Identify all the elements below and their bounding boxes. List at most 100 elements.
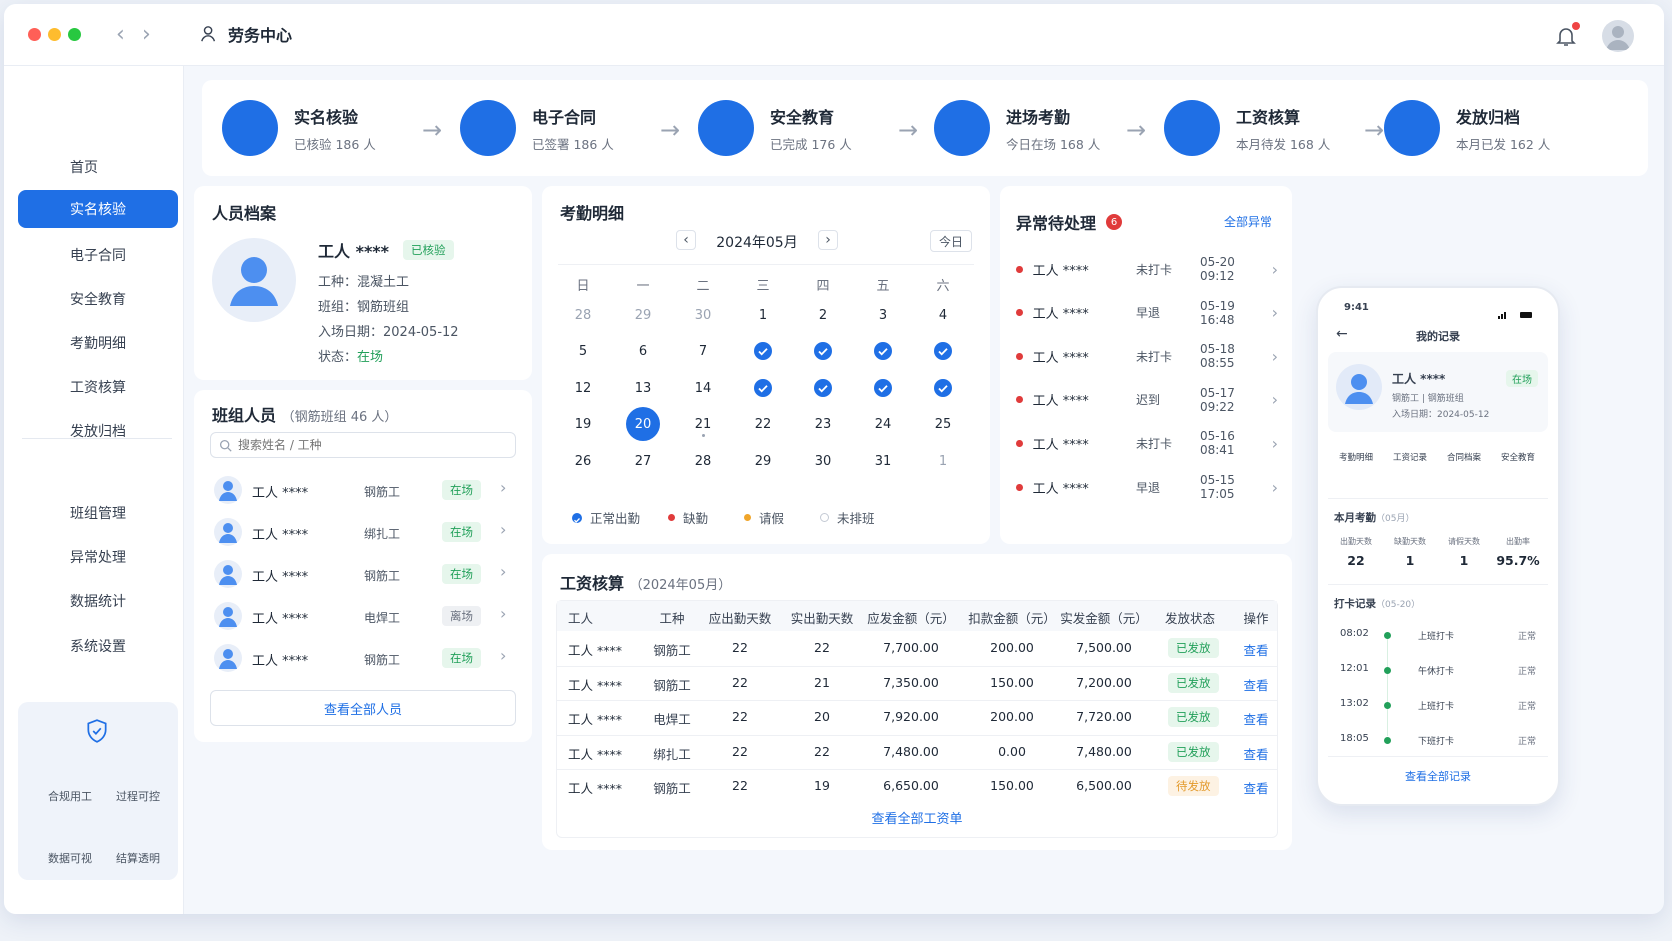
step-1[interactable]: 电子合同 已签署 186 人 [460,100,614,156]
back-nav-icon[interactable]: ‹ [116,22,125,47]
maximize-window-button[interactable] [68,28,81,41]
abnormal-row[interactable]: 工人 **** 早退 05-15 17:05 › [1016,465,1278,509]
labor-icon [201,26,216,42]
calendar-day[interactable]: 1 [926,444,960,478]
view-payroll-link[interactable]: 查看 [1196,709,1316,728]
forward-nav-icon[interactable]: › [142,22,151,47]
team-search-input[interactable] [238,438,498,452]
calendar-day[interactable]: 6 [626,334,660,368]
phone-view-all-link[interactable]: 查看全部记录 [1318,768,1558,784]
step-0[interactable]: 实名核验 已核验 186 人 [222,100,376,156]
sidebar-item-1[interactable]: 实名核验 [18,190,178,228]
calendar-day-present[interactable] [746,371,780,405]
legend-label: 未排班 [837,511,875,526]
sidebar-item-4[interactable]: 考勤明细 [18,324,178,362]
sidebar-item-10[interactable]: 系统设置 [18,627,178,665]
calendar-day[interactable]: 26 [566,444,600,478]
sidebar-item-3[interactable]: 安全教育 [18,280,178,318]
calendar-day[interactable]: 24 [866,407,900,441]
sidebar-item-9[interactable]: 数据统计 [18,582,178,620]
minimize-window-button[interactable] [48,28,61,41]
calendar-day[interactable]: 25 [926,407,960,441]
alert-dot [1016,483,1023,491]
calendar-day[interactable]: 22 [746,407,780,441]
legend-item-3: 未排班 [820,508,875,527]
abnormal-row[interactable]: 工人 **** 未打卡 05-20 09:12 › [1016,247,1278,291]
prev-month-button[interactable]: ‹ [676,230,696,250]
team-search-box[interactable] [210,432,516,458]
step-5[interactable]: 发放归档 本月已发 162 人 [1384,100,1550,156]
calendar-day[interactable]: 1 [746,298,780,332]
abnormal-row[interactable]: 工人 **** 未打卡 05-16 08:41 › [1016,421,1278,465]
calendar-day[interactable]: 19 [566,407,600,441]
day-number: 14 [694,380,712,396]
calendar-day[interactable]: 29 [746,444,780,478]
step-2[interactable]: 安全教育 已完成 176 人 [698,100,852,156]
calendar-day[interactable]: 27 [626,444,660,478]
next-month-button[interactable]: › [818,230,838,250]
view-payroll-link[interactable]: 查看 [1196,640,1316,659]
abnormal-count-badge: 6 [1106,214,1123,230]
member-trade: 钢筋工 [364,485,401,499]
calendar-day[interactable]: 20 [626,407,660,441]
abnormal-row[interactable]: 工人 **** 早退 05-19 16:48 › [1016,291,1278,335]
step-3[interactable]: 进场考勤 今日在场 168 人 [934,100,1100,156]
calendar-day[interactable]: 31 [866,444,900,478]
user-avatar[interactable] [1602,20,1634,52]
calendar-day-present[interactable] [806,334,840,368]
close-window-button[interactable] [28,28,41,41]
calendar-day[interactable]: 12 [566,371,600,405]
calendar-day-present[interactable] [806,371,840,405]
calendar-day[interactable]: 4 [926,298,960,332]
day-number: 3 [878,307,888,323]
view-payroll-link[interactable]: 查看 [1196,675,1316,694]
member-trade: 钢筋工 [364,569,401,583]
calendar-day[interactable]: 30 [806,444,840,478]
calendar-day-present[interactable] [746,334,780,368]
member-row[interactable]: 工人 **** 钢筋工 在场 › [210,558,516,590]
phone-action-2[interactable]: 合同档案 [1438,446,1490,463]
calendar-day[interactable]: 7 [686,334,720,368]
view-all-payroll-link[interactable]: 查看全部工资单 [556,808,1278,827]
calendar-day[interactable]: 28 [566,298,600,332]
step-title: 工资核算 [1236,107,1301,127]
legend-label: 缺勤 [683,511,709,526]
calendar-day[interactable]: 5 [566,334,600,368]
calendar-day-present[interactable] [926,334,960,368]
sidebar-item-7[interactable]: 班组管理 [18,494,178,532]
calendar-day-present[interactable] [866,334,900,368]
all-abnormal-link[interactable]: 全部异常 [1224,213,1272,230]
phone-action-0[interactable]: 考勤明细 [1330,446,1382,463]
view-payroll-link[interactable]: 查看 [1196,744,1316,763]
sidebar-item-0[interactable]: 首页 [18,148,178,186]
member-row[interactable]: 工人 **** 绑扎工 在场 › [210,516,516,548]
calendar-day[interactable]: 28 [686,444,720,478]
calendar-day[interactable]: 13 [626,371,660,405]
step-4[interactable]: 工资核算 本月待发 168 人 [1164,100,1330,156]
phone-action-1[interactable]: 工资记录 [1384,446,1436,463]
abnormal-row[interactable]: 工人 **** 未打卡 05-18 08:55 › [1016,334,1278,378]
calendar-day[interactable]: 3 [866,298,900,332]
today-button[interactable]: 今日 [930,230,972,252]
calendar-day[interactable]: 2 [806,298,840,332]
member-row[interactable]: 工人 **** 钢筋工 在场 › [210,642,516,674]
abnormal-row[interactable]: 工人 **** 迟到 05-17 09:22 › [1016,378,1278,422]
sidebar-item-2[interactable]: 电子合同 [18,236,178,274]
phone-action-3[interactable]: 安全教育 [1492,446,1544,463]
member-row[interactable]: 工人 **** 钢筋工 在场 › [210,474,516,506]
view-payroll-link[interactable]: 查看 [1196,778,1316,797]
member-row[interactable]: 工人 **** 电焊工 离场 › [210,600,516,632]
calendar-day[interactable]: 30 [686,298,720,332]
calendar-day[interactable]: 14 [686,371,720,405]
abnormal-name: 工人 **** [1032,437,1089,453]
view-all-members-button[interactable]: 查看全部人员 [210,690,516,726]
sidebar-item-6[interactable]: 发放归档 [18,412,178,450]
calendar-day[interactable]: 29 [626,298,660,332]
calendar-day-present[interactable] [866,371,900,405]
sidebar-item-8[interactable]: 异常处理 [18,538,178,576]
chevron-right-icon: › [1271,390,1278,410]
calendar-day-present[interactable] [926,371,960,405]
calendar-day[interactable]: 23 [806,407,840,441]
sidebar-item-5[interactable]: 工资核算 [18,368,178,406]
shield-check-icon [87,719,107,743]
